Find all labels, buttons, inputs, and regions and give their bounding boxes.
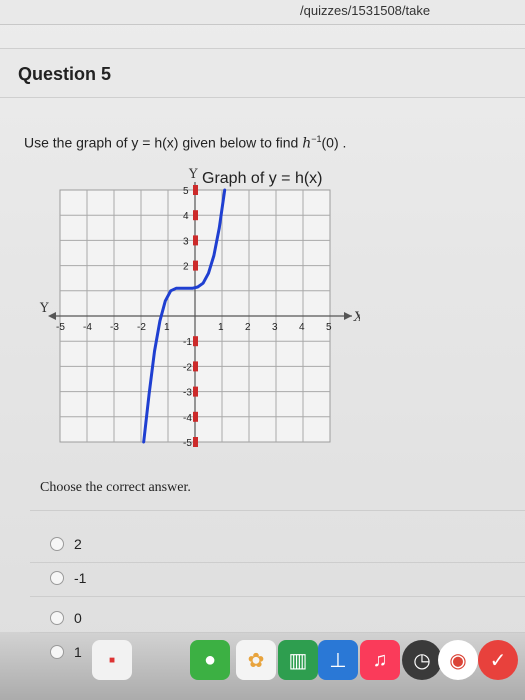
y-tick-label: 3 [183, 236, 189, 247]
y-tick-label: -1 [183, 337, 192, 348]
radio-button[interactable] [50, 645, 64, 659]
y-tick-label: -3 [183, 388, 192, 399]
prompt-exponent: −1 [311, 134, 322, 144]
y-tick-marker [193, 437, 198, 447]
quiz-page: /quizzes/1531508/take Question 5 Use the… [0, 0, 525, 700]
separator [30, 510, 525, 511]
y-tick-label: 4 [183, 211, 189, 222]
y-tick-marker [193, 411, 198, 422]
y-tick-label: -4 [183, 413, 192, 424]
x-tick-label: 4 [299, 322, 305, 333]
x-tick-label: 2 [245, 322, 251, 333]
graph-title: Graph of y = h(x) [202, 170, 323, 187]
y-tick-marker [193, 361, 198, 372]
y-tick-marker [193, 210, 198, 221]
keynote-icon[interactable]: ⊥ [318, 640, 358, 680]
url-text: /quizzes/1531508/take [300, 3, 431, 18]
x-tick-label: -4 [83, 322, 92, 333]
option-label: 1 [74, 644, 82, 660]
y-tick-marker [193, 185, 198, 195]
x-tick-label: -5 [56, 322, 65, 333]
x-tick-label: -3 [110, 322, 119, 333]
question-header: Question 5 [0, 48, 525, 98]
x-tick-label: 5 [326, 322, 332, 333]
x-tick-label: 1 [164, 322, 170, 333]
x-tick-label: -2 [137, 322, 146, 333]
graph: Graph of y = h(x) X Y Y -5 -4 -3 -2 1 1 2 3 4 5 5 4 3 2… [30, 160, 360, 460]
option-label: 2 [74, 536, 82, 552]
chrome-icon[interactable]: ◉ [438, 640, 478, 680]
numbers-icon[interactable]: ▥ [278, 640, 318, 680]
y-tick-label: -5 [183, 438, 192, 449]
answer-option-2[interactable]: 2 [50, 532, 82, 556]
calendar-icon[interactable]: ■ [92, 640, 132, 680]
y-tick-marker [193, 386, 198, 397]
question-prompt: Use the graph of y = h(x) given below to… [24, 134, 346, 152]
prompt-text: Use the graph of y = h(x) given below to… [24, 134, 303, 151]
y-tick-marker [193, 235, 198, 246]
answer-option-minus-1[interactable]: -1 [50, 566, 86, 590]
separator [30, 596, 525, 597]
prompt-function: h [302, 135, 312, 152]
choose-instruction: Choose the correct answer. [40, 480, 191, 495]
question-title: Question 5 [18, 64, 112, 84]
music-icon[interactable]: ♫ [360, 640, 400, 680]
browser-url-bar[interactable]: /quizzes/1531508/take [0, 0, 525, 25]
option-label: 0 [74, 610, 82, 626]
y-axis-label: Y [188, 167, 198, 182]
x-tick-label: 1 [218, 322, 224, 333]
facetime-icon[interactable]: ● [190, 640, 230, 680]
y-axis-side-label: Y [39, 301, 49, 316]
y-tick-label: -2 [183, 362, 192, 373]
answer-option-0[interactable]: 0 [50, 606, 82, 630]
graph-svg: Graph of y = h(x) X Y Y -5 -4 -3 -2 1 1 2 3 4 5 5 4 3 2… [39, 167, 360, 449]
photos-icon[interactable]: ✿ [236, 640, 276, 680]
radio-button[interactable] [50, 537, 64, 551]
x-axis-arrow-left [48, 312, 56, 320]
answer-option-1[interactable]: 1 [50, 640, 82, 664]
y-tick-marker [193, 260, 198, 271]
x-axis-arrow [344, 312, 352, 320]
x-axis-label: X [353, 310, 360, 325]
y-tick-label: 5 [183, 186, 189, 197]
time-machine-icon[interactable]: ◷ [402, 640, 442, 680]
option-label: -1 [74, 570, 87, 586]
y-tick-label: 2 [183, 262, 189, 273]
radio-button[interactable] [50, 611, 64, 625]
radio-button[interactable] [50, 571, 64, 585]
x-tick-label: 3 [272, 322, 278, 333]
y-tick-marker [193, 336, 198, 347]
separator [30, 562, 525, 563]
check-app-icon[interactable]: ✓ [478, 640, 518, 680]
prompt-text-end: (0) . [321, 134, 347, 151]
